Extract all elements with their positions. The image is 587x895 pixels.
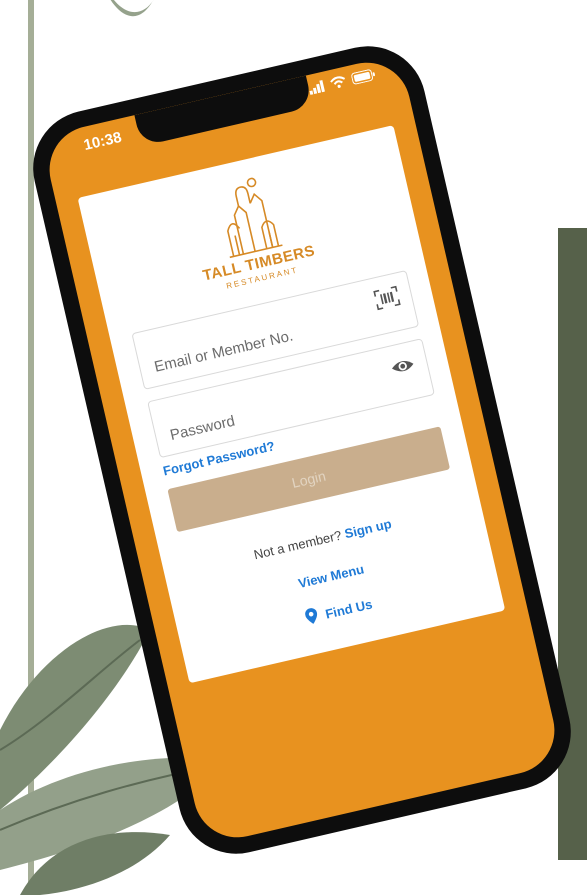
signup-link[interactable]: Sign up [343, 516, 393, 541]
tall-timbers-logo [227, 177, 283, 259]
eye-icon[interactable] [389, 354, 417, 379]
leaf-decoration-top [110, 0, 154, 16]
phone-notch [134, 75, 314, 147]
status-icons [308, 68, 377, 96]
signal-icon [309, 79, 325, 96]
find-us-label: Find Us [323, 596, 374, 622]
login-card: TALL TIMBERS RESTAURANT Email or Member … [77, 125, 506, 684]
barcode-scan-icon[interactable] [373, 285, 401, 311]
status-time: 10:38 [82, 128, 124, 155]
wifi-icon [330, 76, 346, 88]
password-input[interactable] [166, 378, 380, 446]
not-member-text: Not a member? [252, 527, 343, 563]
background-side-panel [558, 228, 587, 860]
location-pin-icon [305, 608, 318, 624]
battery-icon [351, 69, 376, 85]
